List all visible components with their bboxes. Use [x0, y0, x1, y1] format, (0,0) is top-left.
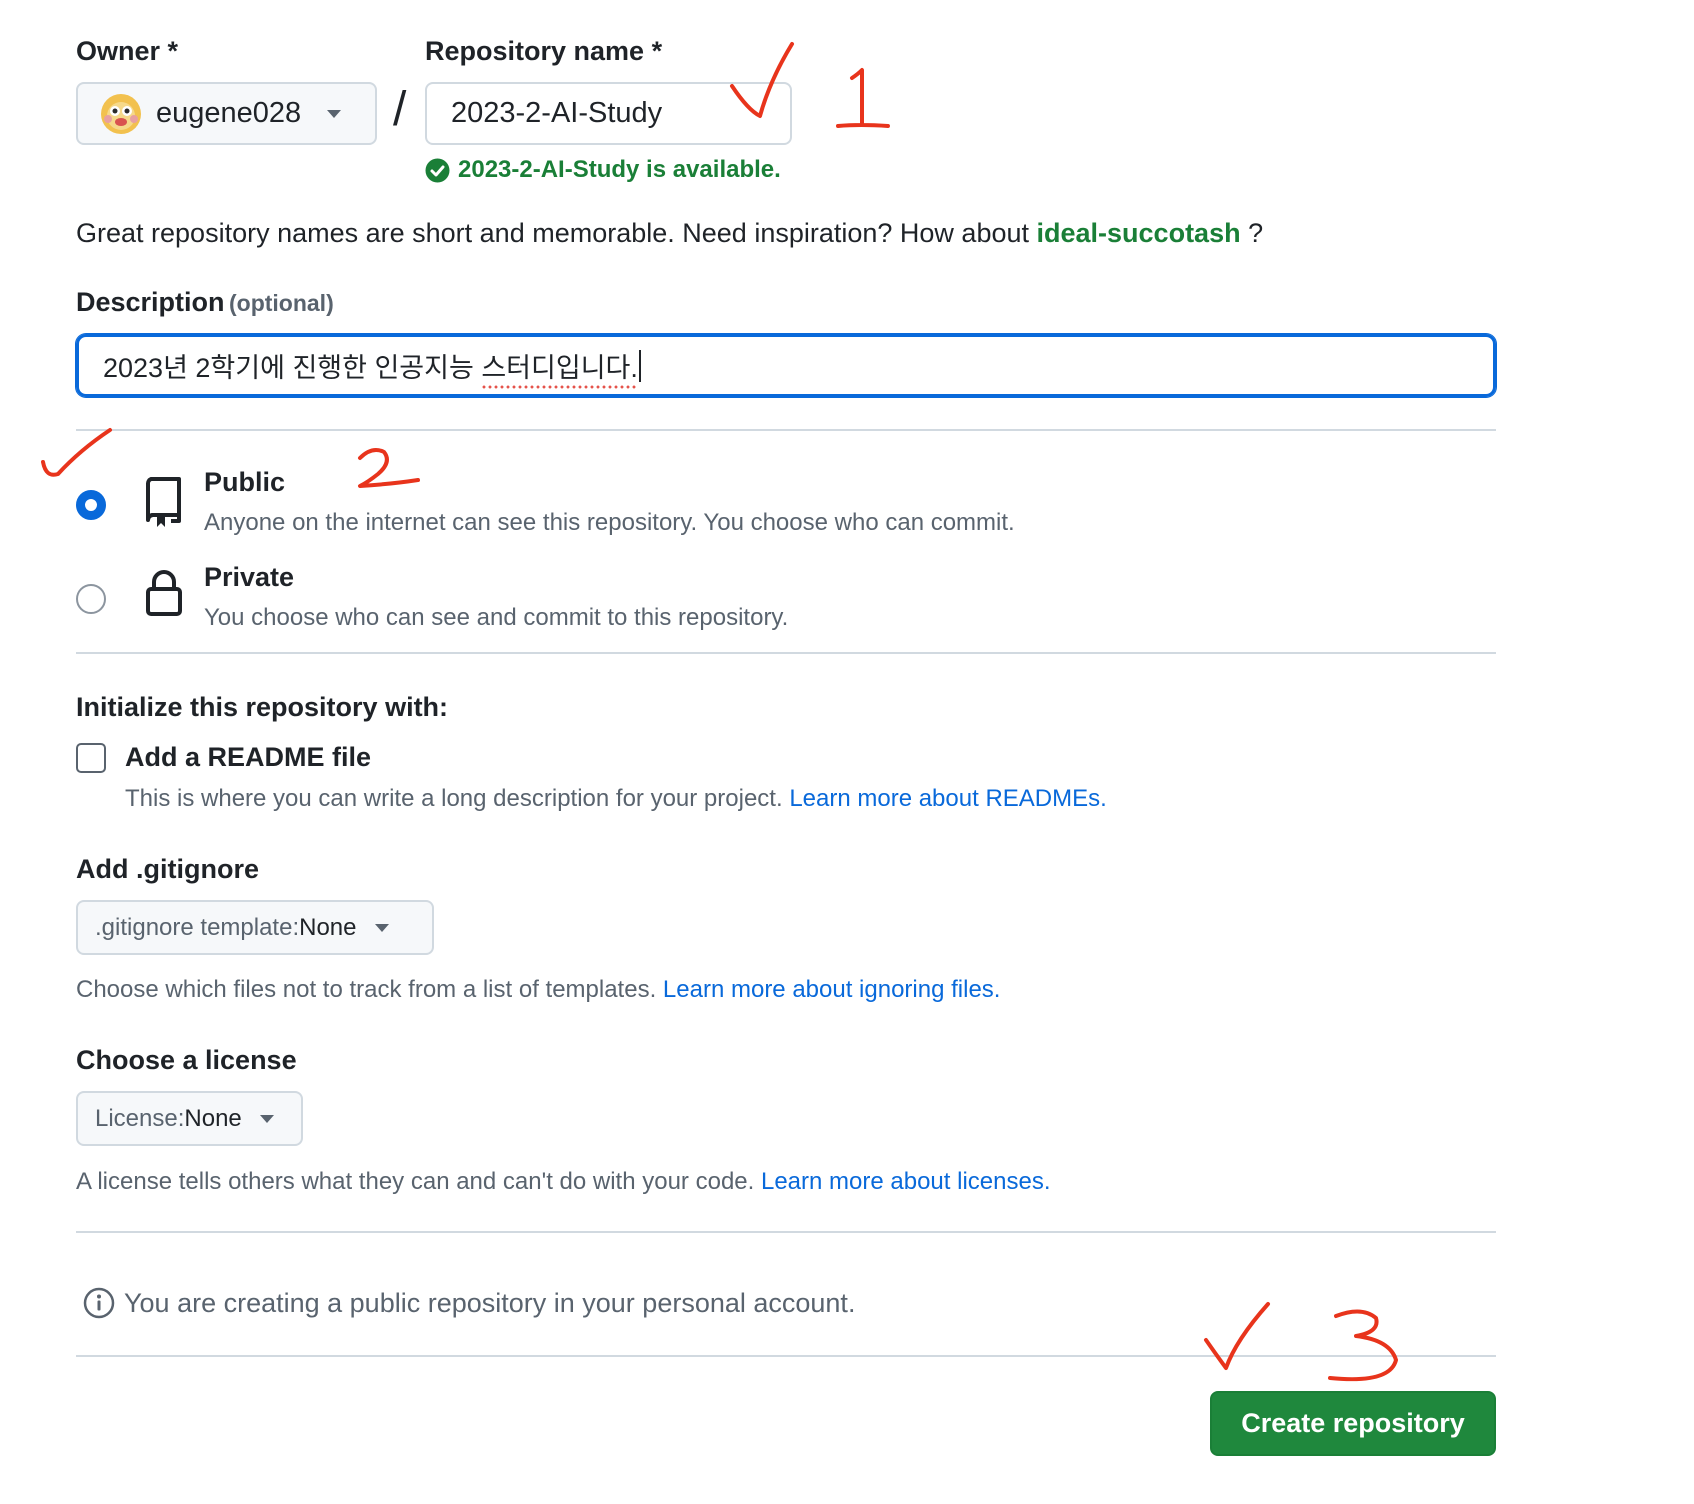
- divider: [76, 652, 1496, 654]
- suggested-name-link[interactable]: ideal-succotash: [1037, 218, 1241, 248]
- annotation-checkmark: [1204, 1302, 1270, 1370]
- license-description: A license tells others what they can and…: [76, 1168, 1051, 1195]
- owner-select[interactable]: eugene028: [76, 82, 377, 145]
- visibility-public-radio[interactable]: [76, 490, 106, 520]
- readme-learn-more-link[interactable]: Learn more about READMEs.: [789, 785, 1106, 812]
- name-suggestion: Great repository names are short and mem…: [76, 218, 1264, 248]
- check-circle-icon: [425, 158, 450, 183]
- description-input[interactable]: 2023년 2학기에 진행한 인공지능 스터디입니다.: [76, 334, 1496, 397]
- repo-icon: [143, 475, 185, 532]
- license-heading: Choose a license: [76, 1045, 297, 1075]
- gitignore-description: Choose which files not to track from a l…: [76, 976, 1001, 1003]
- chevron-down-icon: [327, 109, 342, 118]
- gitignore-learn-more-link[interactable]: Learn more about ignoring files.: [663, 976, 1001, 1003]
- avatar-icon: [100, 93, 142, 135]
- visibility-private-desc: You choose who can see and commit to thi…: [204, 604, 789, 631]
- repo-name-label: Repository name *: [425, 36, 663, 66]
- create-repository-button[interactable]: Create repository: [1210, 1391, 1496, 1456]
- visibility-private-title: Private: [204, 562, 295, 592]
- readme-checkbox[interactable]: [76, 743, 106, 773]
- divider: [76, 429, 1496, 431]
- annotation-number-glyph: [836, 68, 890, 128]
- public-repo-notice: You are creating a public repository in …: [83, 1287, 855, 1319]
- chevron-down-icon: [259, 1114, 274, 1123]
- divider: [76, 1355, 1496, 1357]
- owner-label: Owner *: [76, 36, 179, 66]
- license-select-value: None: [184, 1104, 242, 1132]
- availability-message: 2023-2-AI-Study is available.: [425, 156, 781, 184]
- annotation-checkmark: [41, 428, 112, 477]
- readme-label[interactable]: Add a README file: [125, 742, 371, 773]
- repo-name-input[interactable]: 2023-2-AI-Study: [425, 82, 792, 145]
- initialize-heading: Initialize this repository with:: [76, 692, 449, 722]
- description-label: Description (optional): [76, 287, 334, 317]
- spellcheck-flagged-text: 스터디입니다.: [481, 346, 638, 389]
- owner-repo-separator: /: [393, 83, 407, 136]
- repo-name-value: 2023-2-AI-Study: [451, 97, 663, 129]
- lock-icon: [145, 569, 183, 622]
- gitignore-select[interactable]: .gitignore template: None: [76, 900, 434, 955]
- chevron-down-icon: [374, 923, 389, 932]
- divider: [76, 1231, 1496, 1233]
- annotation-number-glyph: [1328, 1309, 1398, 1382]
- description-value: 2023년 2학기에 진행한 인공지능: [103, 353, 482, 383]
- gitignore-select-prefix: .gitignore template:: [95, 913, 300, 941]
- annotation-number-glyph: [358, 448, 420, 488]
- license-select-prefix: License:: [95, 1104, 185, 1132]
- license-learn-more-link[interactable]: Learn more about licenses.: [761, 1168, 1051, 1195]
- readme-description: This is where you can write a long descr…: [125, 785, 1107, 812]
- gitignore-heading: Add .gitignore: [76, 854, 259, 884]
- visibility-public-desc: Anyone on the internet can see this repo…: [204, 509, 1015, 536]
- owner-value: eugene028: [156, 97, 302, 129]
- info-icon: [83, 1287, 115, 1319]
- visibility-private-radio[interactable]: [76, 584, 106, 614]
- license-select[interactable]: License: None: [76, 1091, 303, 1146]
- gitignore-select-value: None: [299, 913, 357, 941]
- visibility-public-title: Public: [204, 467, 286, 497]
- text-cursor: [638, 349, 641, 382]
